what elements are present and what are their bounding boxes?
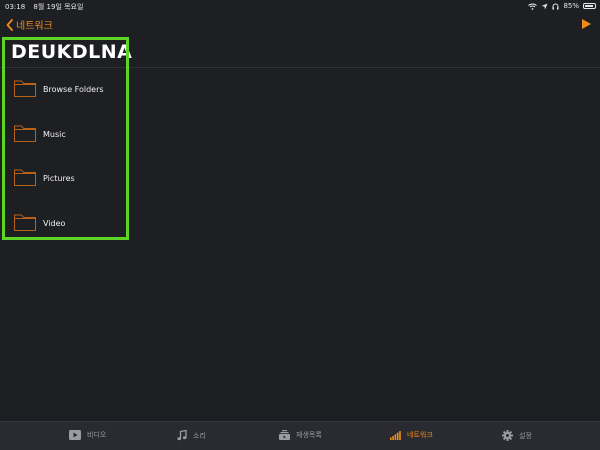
nav-bar: 네트워크	[0, 12, 600, 36]
list-item-label: Browse Folders	[43, 85, 104, 94]
tab-label: 재생목록	[296, 431, 322, 439]
list-item-label: Music	[43, 129, 66, 139]
status-date: 8월 19일 목요일	[33, 3, 84, 11]
gear-icon	[502, 430, 513, 441]
folder-icon	[14, 169, 36, 186]
tab-playlist[interactable]: 재생목록	[279, 430, 322, 440]
tab-network[interactable]: 네트워크	[390, 430, 433, 440]
status-bar: 03:18 8월 19일 목요일 85%	[0, 0, 600, 12]
tab-video[interactable]: 비디오	[69, 430, 106, 440]
tab-label: 비디오	[87, 431, 107, 439]
tab-bar: 비디오 소리 재생목록 네트워크 설정	[0, 421, 600, 450]
play-icon[interactable]	[582, 19, 591, 29]
folder-list: Browse Folders Music Pictures Video	[0, 68, 600, 246]
list-item-browse-folders[interactable]: Browse Folders	[0, 68, 600, 113]
location-icon	[541, 3, 548, 9]
network-icon	[390, 430, 401, 440]
tab-settings[interactable]: 설정	[502, 430, 532, 441]
tab-label: 네트워크	[407, 431, 433, 439]
tab-label: 소리	[193, 431, 206, 440]
tab-label: 설정	[519, 431, 532, 440]
headphones-icon	[552, 3, 559, 9]
chevron-left-icon	[6, 18, 13, 31]
list-item-label: Video	[43, 218, 66, 228]
list-item-video[interactable]: Video	[0, 202, 600, 247]
battery-icon	[583, 3, 596, 9]
battery-percent: 85%	[563, 2, 579, 10]
list-item-label: Pictures	[43, 174, 75, 183]
page-title: DEUKDLNA	[11, 41, 133, 63]
folder-icon	[14, 80, 36, 97]
list-item-pictures[interactable]: Pictures	[0, 157, 600, 202]
music-note-icon	[177, 430, 187, 441]
wifi-icon	[528, 3, 538, 10]
back-button[interactable]: 네트워크	[6, 17, 53, 32]
list-item-music[interactable]: Music	[0, 113, 600, 158]
status-time: 03:18	[5, 3, 26, 11]
video-icon	[69, 430, 81, 440]
folder-icon	[14, 214, 36, 231]
folder-icon	[14, 125, 36, 142]
playlist-icon	[279, 430, 290, 440]
back-label: 네트워크	[16, 21, 53, 32]
tab-sound[interactable]: 소리	[177, 430, 206, 441]
